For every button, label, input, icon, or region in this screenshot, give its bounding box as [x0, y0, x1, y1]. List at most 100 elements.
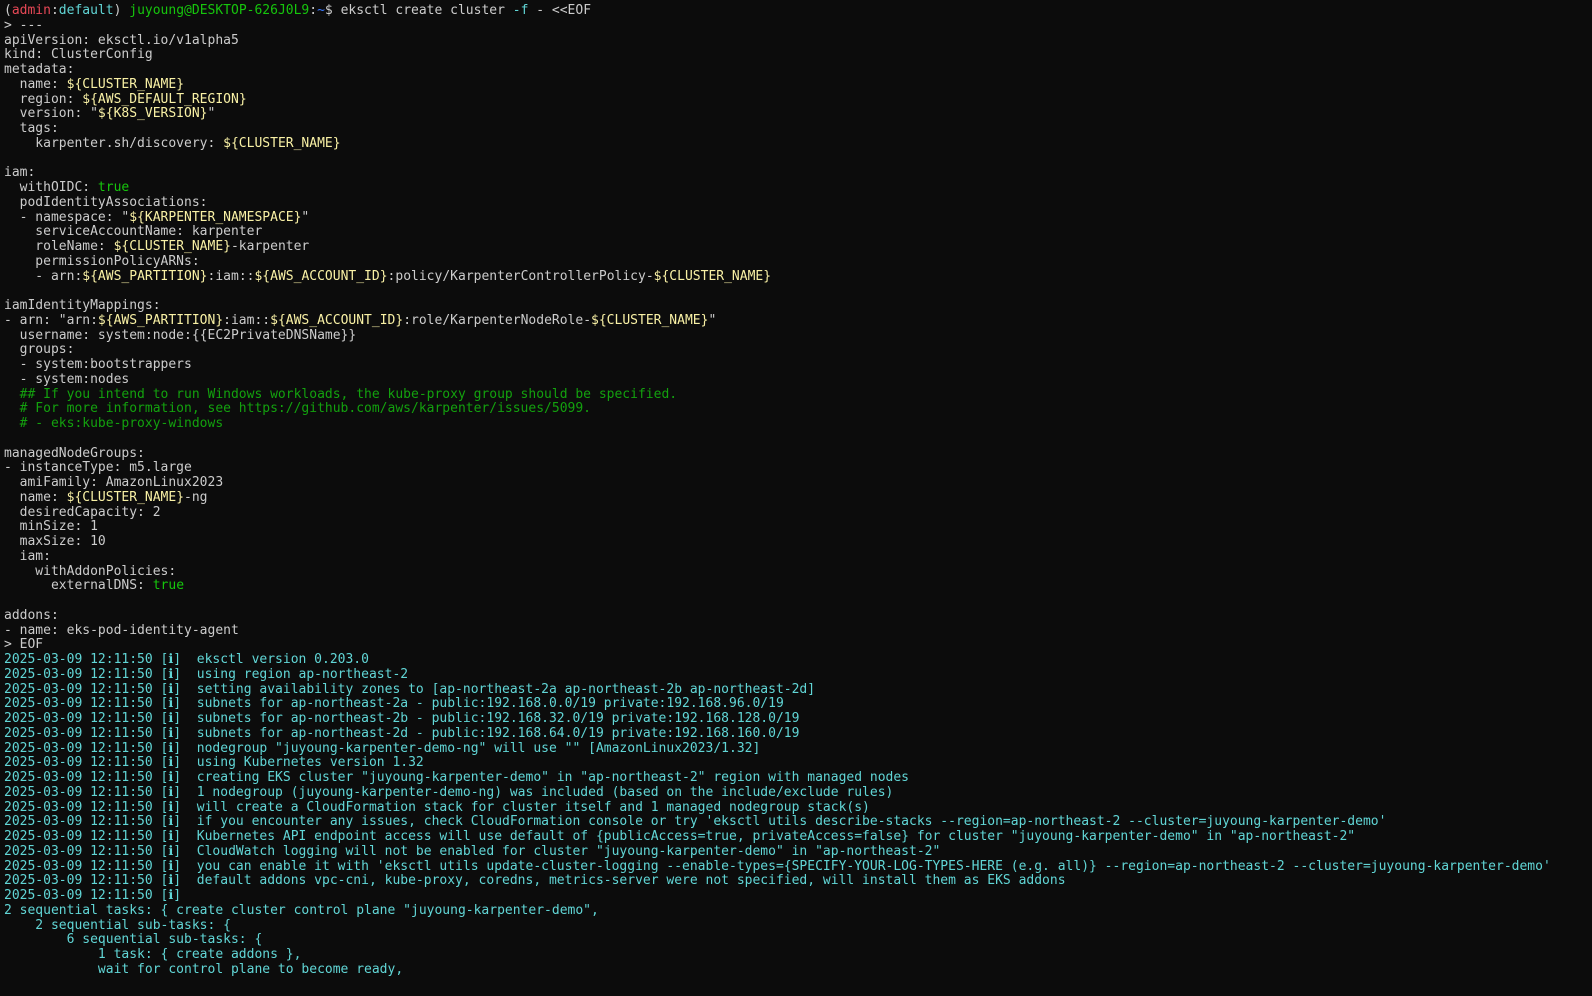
terminal-text-segment: -karpenter	[230, 239, 310, 254]
terminal-line: > EOF	[4, 637, 43, 652]
terminal-text-segment: 2025-03-09 12:11:50 [ℹ] CloudWatch loggi…	[4, 843, 941, 859]
terminal-text-segment: ${AWS_PARTITION}	[82, 268, 208, 284]
terminal-text-segment: name:	[4, 489, 67, 505]
terminal-text-segment: roleName:	[4, 239, 114, 254]
terminal-line: maxSize: 10	[4, 534, 106, 549]
terminal-window[interactable]: (admin:default) juyoung@DESKTOP-626J0L9:…	[0, 0, 1592, 996]
terminal-line: karpenter.sh/discovery: ${CLUSTER_NAME}	[4, 135, 340, 151]
terminal-text-segment: name:	[4, 76, 67, 92]
terminal-text-segment: ${AWS_DEFAULT_REGION}	[82, 91, 247, 107]
terminal-line: > ---	[4, 18, 43, 33]
terminal-text-segment: apiVersion: eksctl.io/v1alpha5	[4, 32, 239, 48]
terminal-text-segment: ## If you intend to run Windows workload…	[4, 386, 678, 402]
terminal-line: 6 sequential sub-tasks: {	[4, 932, 263, 947]
terminal-text-segment: karpenter.sh/discovery:	[4, 135, 224, 151]
terminal-text-segment: )	[113, 3, 130, 18]
terminal-line: 2025-03-09 12:11:50 [ℹ] using Kubernetes…	[4, 755, 424, 770]
terminal-line: - instanceType: m5.large	[4, 460, 192, 475]
terminal-line: 2025-03-09 12:11:50 [ℹ] CloudWatch loggi…	[4, 844, 940, 859]
terminal-text-segment: ${CLUSTER_NAME}	[591, 312, 709, 328]
terminal-line: region: ${AWS_DEFAULT_REGION}	[4, 92, 247, 107]
terminal-line: # For more information, see https://gith…	[4, 401, 591, 416]
terminal-text-segment: ${CLUSTER_NAME}	[653, 268, 772, 284]
terminal-text-segment: # - eks:kube-proxy-windows	[4, 416, 224, 431]
terminal-line: 2025-03-09 12:11:50 [ℹ] subnets for ap-n…	[4, 726, 799, 741]
terminal-line: ## If you intend to run Windows workload…	[4, 387, 677, 402]
terminal-text-segment: "	[301, 209, 310, 225]
terminal-text-segment: 2025-03-09 12:11:50 [ℹ] if you encounter…	[4, 814, 1387, 830]
terminal-text-segment: ~	[317, 3, 325, 18]
terminal-line: 2025-03-09 12:11:50 [ℹ] will create a Cl…	[4, 800, 870, 815]
terminal-text-segment: amiFamily: AmazonLinux2023	[4, 475, 224, 490]
terminal-text-segment: ${CLUSTER_NAME}	[66, 489, 185, 505]
terminal-text-segment: ${AWS_ACCOUNT_ID}	[270, 312, 404, 328]
terminal-text-segment: $ eksctl create cluster	[324, 3, 513, 18]
terminal-text-segment: - arn:	[4, 268, 83, 284]
terminal-line: 2 sequential tasks: { create cluster con…	[4, 903, 599, 918]
terminal-line: - name: eks-pod-identity-agent	[4, 623, 239, 638]
terminal-line: serviceAccountName: karpenter	[4, 224, 262, 239]
terminal-line: 2025-03-09 12:11:50 [ℹ] Kubernetes API e…	[4, 829, 1355, 844]
terminal-text-segment: admin	[11, 3, 51, 18]
terminal-text-segment: 2 sequential sub-tasks: {	[4, 917, 231, 933]
terminal-text-segment: true	[152, 578, 185, 594]
terminal-line: - namespace: "${KARPENTER_NAMESPACE}"	[4, 209, 310, 225]
terminal-text-segment: iamIdentityMappings:	[4, 298, 161, 313]
terminal-line: 2025-03-09 12:11:50 [ℹ] subnets for ap-n…	[4, 696, 784, 711]
terminal-line: groups:	[4, 342, 75, 358]
terminal-line: 2025-03-09 12:11:50 [ℹ] nodegroup "juyou…	[4, 741, 760, 756]
terminal-line: iam:	[4, 165, 35, 180]
terminal-line: name: ${CLUSTER_NAME}	[4, 77, 184, 92]
terminal-text-segment: metadata:	[4, 62, 75, 77]
terminal-text-segment: 2025-03-09 12:11:50 [ℹ] will create a Cl…	[4, 799, 870, 815]
terminal-text-segment: minSize: 1	[4, 519, 98, 535]
terminal-line: 2 sequential sub-tasks: {	[4, 918, 231, 933]
terminal-text-segment: (	[4, 3, 12, 18]
terminal-line: - arn:${AWS_PARTITION}:iam::${AWS_ACCOUN…	[4, 269, 771, 284]
terminal-text-segment: :role/KarpenterNodeRole-	[403, 312, 592, 328]
terminal-line: 1 task: { create addons },	[4, 947, 302, 962]
terminal-line: wait for control plane to become ready,	[4, 962, 403, 977]
terminal-line: addons:	[4, 608, 59, 623]
terminal-text-segment: - system:nodes	[4, 371, 130, 387]
terminal-text-segment: ${CLUSTER_NAME}	[66, 76, 185, 92]
terminal-text-segment: - system:bootstrappers	[4, 357, 192, 372]
terminal-line: name: ${CLUSTER_NAME}-ng	[4, 490, 208, 505]
terminal-text-segment: juyoung@DESKTOP-626J0L9	[129, 3, 310, 18]
terminal-text-segment: kind: ClusterConfig	[4, 47, 153, 63]
terminal-text-segment: 2025-03-09 12:11:50 [ℹ] eksctl version 0…	[4, 652, 369, 667]
terminal-text-segment: :	[309, 3, 318, 18]
terminal-text-segment: username: system:node:{{EC2PrivateDNSNam…	[4, 327, 357, 343]
terminal-text-segment: > EOF	[4, 637, 44, 653]
terminal-text-segment: - instanceType: m5.large	[4, 460, 192, 476]
terminal-line: withAddonPolicies:	[4, 564, 176, 579]
terminal-text-segment: region:	[4, 91, 83, 107]
terminal-text-segment: 2025-03-09 12:11:50 [ℹ] using region ap-…	[4, 666, 409, 682]
terminal-text-segment: ${CLUSTER_NAME}	[113, 239, 231, 254]
terminal-text-segment: 2025-03-09 12:11:50 [ℹ] Kubernetes API e…	[4, 829, 1356, 844]
terminal-line: apiVersion: eksctl.io/v1alpha5	[4, 33, 239, 48]
terminal-line: 2025-03-09 12:11:50 [ℹ] eksctl version 0…	[4, 652, 369, 667]
terminal-text-segment: wait for control plane to become ready,	[4, 961, 404, 977]
terminal-text-segment: -ng	[184, 489, 208, 505]
terminal-text-segment: version: "	[4, 106, 98, 122]
terminal-line: minSize: 1	[4, 519, 98, 534]
terminal-line: externalDNS: true	[4, 578, 184, 593]
terminal-line: - arn: "arn:${AWS_PARTITION}:iam::${AWS_…	[4, 313, 716, 328]
terminal-text-segment: desiredCapacity: 2	[4, 504, 161, 520]
terminal-text-segment: 2025-03-09 12:11:50 [ℹ] 1 nodegroup (juy…	[4, 784, 894, 800]
terminal-text-segment: :	[50, 3, 59, 18]
terminal-text-segment: 2025-03-09 12:11:50 [ℹ] subnets for ap-n…	[4, 696, 784, 712]
terminal-line: podIdentityAssociations:	[4, 195, 208, 210]
terminal-text-segment: :iam::	[223, 312, 271, 328]
terminal-text-segment: groups:	[4, 342, 75, 358]
terminal-line: 2025-03-09 12:11:50 [ℹ] 1 nodegroup (juy…	[4, 785, 893, 800]
terminal-line: - system:nodes	[4, 371, 130, 387]
terminal-text-segment: # For more information, see https://gith…	[4, 401, 591, 417]
terminal-line: - system:bootstrappers	[4, 357, 192, 372]
terminal-text-segment: 2025-03-09 12:11:50 [ℹ] creating EKS clu…	[4, 770, 910, 785]
terminal-text-segment: managedNodeGroups:	[4, 445, 145, 461]
terminal-text-segment: ${KARPENTER_NAMESPACE}	[129, 209, 302, 225]
terminal-text-segment: externalDNS:	[4, 578, 153, 594]
terminal-text-segment: ${K8S_VERSION}	[97, 106, 208, 122]
